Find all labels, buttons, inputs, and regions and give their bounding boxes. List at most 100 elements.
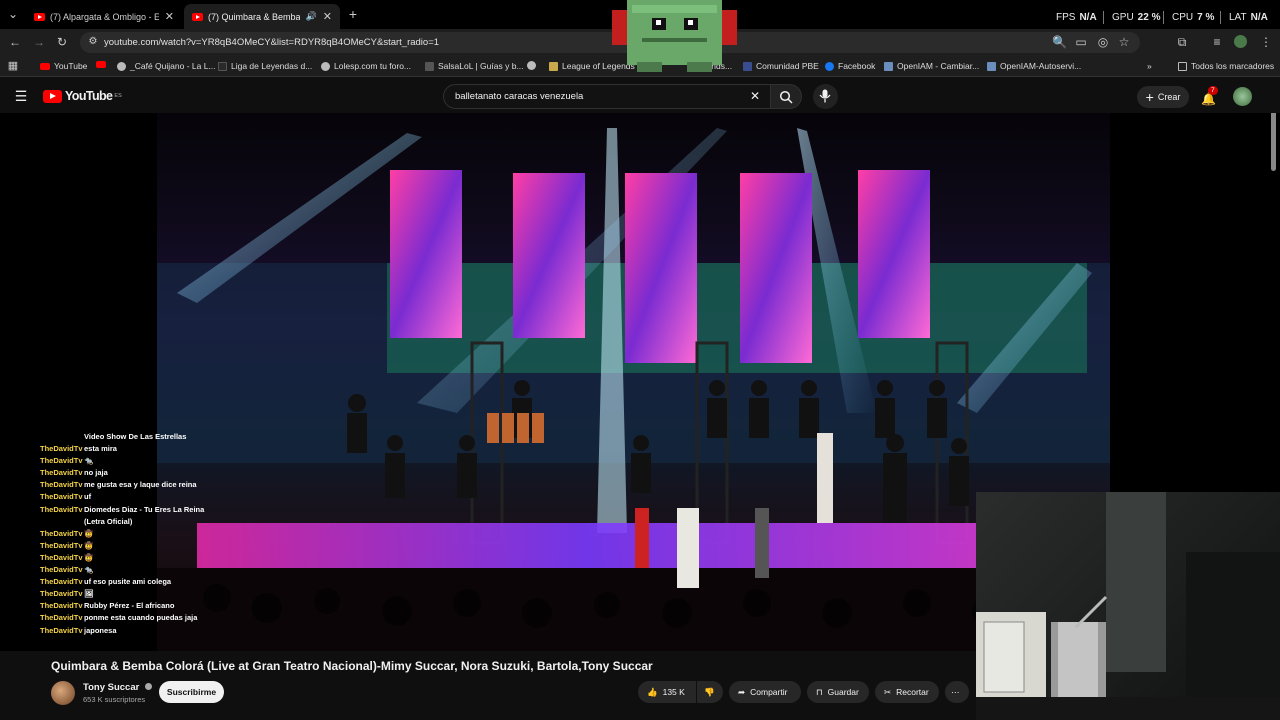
chat-text: (Letra Oficial) bbox=[84, 516, 133, 526]
youtube-logo[interactable]: YouTube ES bbox=[43, 89, 122, 103]
chat-message: TheDavidTvme gusta esa y laque dice rein… bbox=[40, 479, 270, 491]
logo-text: YouTube bbox=[65, 89, 113, 103]
tab-title: (7) Alpargata & Ombligo - El C bbox=[50, 11, 159, 22]
tab-title: (7) Quimbara & Bemba Co bbox=[208, 11, 300, 22]
chat-username: TheDavidTv bbox=[40, 625, 83, 635]
share-button[interactable]: ➦ Compartir bbox=[729, 681, 801, 703]
bookmark-facebook[interactable]: Facebook bbox=[825, 61, 875, 71]
bookmark-comunidad-pbe[interactable]: Comunidad PBE bbox=[743, 61, 819, 71]
search-button[interactable] bbox=[770, 84, 802, 109]
chat-username: TheDavidTv bbox=[40, 492, 83, 502]
chat-text: 🐀 bbox=[84, 456, 94, 466]
url-text: youtube.com/watch?v=YR8qB4OMeCY&list=RDY… bbox=[104, 37, 440, 48]
notifications-button[interactable]: 🔔 7 bbox=[1201, 86, 1218, 108]
youtube-play-icon bbox=[43, 89, 62, 103]
salsalol-icon bbox=[425, 61, 434, 71]
zoom-icon[interactable]: 🔍 bbox=[1052, 35, 1067, 49]
globe-icon bbox=[321, 61, 330, 71]
chat-text: Video Show De Las Estrellas bbox=[84, 432, 187, 441]
chat-username: TheDavidTv bbox=[40, 552, 83, 562]
chat-text: esta mira bbox=[84, 444, 117, 454]
profile-avatar[interactable] bbox=[1234, 35, 1247, 48]
eye-off-icon[interactable]: ◎ bbox=[1096, 35, 1110, 49]
chat-message: TheDavidTv🤠 bbox=[40, 552, 270, 564]
cast-icon[interactable]: ▭ bbox=[1074, 35, 1088, 49]
video-info: Quimbara & Bemba Colorá (Live at Gran Te… bbox=[0, 651, 976, 720]
openiam-icon bbox=[987, 61, 996, 71]
apps-grid-icon[interactable]: ▦ bbox=[6, 59, 20, 73]
concert-stage-image bbox=[157, 128, 1110, 651]
hamburger-menu-icon[interactable]: ☰ bbox=[14, 89, 28, 103]
chat-text: Rubby Pérez - El africano bbox=[84, 601, 175, 611]
reload-icon[interactable]: ↻ bbox=[55, 35, 69, 49]
more-bookmarks-chevron-icon[interactable]: » bbox=[1147, 61, 1152, 71]
address-bar[interactable]: ⚙ youtube.com/watch?v=YR8qB4OMeCY&list=R… bbox=[80, 32, 1140, 53]
verified-check-icon bbox=[144, 683, 152, 690]
bookmark-youtube-icon-only[interactable] bbox=[96, 61, 110, 68]
chat-text: no jaja bbox=[84, 468, 108, 478]
cpu-stat: CPU 7 % bbox=[1172, 12, 1215, 23]
chat-message: TheDavidTv🤠 bbox=[40, 528, 270, 540]
youtube-favicon-icon bbox=[192, 12, 203, 21]
divider bbox=[1163, 11, 1164, 24]
save-button[interactable]: ⊓ Guardar bbox=[807, 681, 869, 703]
search-input[interactable]: balletanato caracas venezuela ✕ bbox=[443, 84, 773, 109]
subscribe-button[interactable]: Suscribirme bbox=[159, 681, 224, 703]
more-actions-button[interactable]: ⋯ bbox=[945, 681, 969, 703]
tab-search-icon[interactable]: ⌄ bbox=[6, 7, 20, 21]
speaker-icon[interactable]: 🔊 bbox=[306, 11, 317, 22]
media-control-icon[interactable]: ≡ bbox=[1210, 35, 1224, 49]
bookmark-globe[interactable] bbox=[527, 61, 540, 70]
microphone-icon bbox=[819, 89, 831, 103]
account-avatar[interactable] bbox=[1233, 87, 1252, 106]
tab-alpargata[interactable]: (7) Alpargata & Ombligo - El C ✕ bbox=[26, 4, 182, 29]
bookmark-openiam-autoservicio[interactable]: OpenIAM-Autoservi... bbox=[987, 61, 1081, 71]
chat-text: Diomedes Diaz - Tu Eres La Reina bbox=[84, 504, 205, 514]
extensions-icon[interactable]: ⧉ bbox=[1175, 35, 1189, 49]
chat-text: 🖼 bbox=[84, 589, 94, 599]
thumbs-up-icon: 👍 bbox=[647, 686, 658, 697]
chat-username: TheDavidTv bbox=[40, 565, 83, 575]
chat-message: TheDavidTvuf bbox=[40, 491, 270, 503]
close-tab-icon[interactable]: ✕ bbox=[165, 10, 174, 23]
clip-button[interactable]: ✂ Recortar bbox=[875, 681, 939, 703]
video-frame bbox=[157, 113, 1110, 651]
create-button[interactable]: + Crear bbox=[1137, 86, 1189, 108]
chat-username: TheDavidTv bbox=[40, 589, 83, 599]
bookmark-salsalol[interactable]: SalsaLoL | Guías y b... bbox=[425, 61, 524, 71]
channel-avatar[interactable] bbox=[51, 681, 75, 705]
tab-quimbara[interactable]: (7) Quimbara & Bemba Co 🔊 ✕ bbox=[184, 4, 340, 29]
forward-icon[interactable]: → bbox=[32, 35, 46, 49]
menu-kebab-icon[interactable]: ⋮ bbox=[1259, 35, 1273, 49]
chat-text: me gusta esa y laque dice reina bbox=[84, 480, 197, 490]
facebook-icon bbox=[825, 61, 834, 71]
scissors-icon: ✂ bbox=[884, 686, 892, 697]
bookmark-liga[interactable]: Liga de Leyendas d... bbox=[218, 61, 312, 71]
dislike-button[interactable]: 👎 bbox=[697, 681, 723, 703]
clear-search-icon[interactable]: ✕ bbox=[750, 89, 760, 103]
youtube-favicon-icon bbox=[96, 61, 106, 68]
globe-icon bbox=[117, 61, 126, 71]
bookmark-icon: ⊓ bbox=[816, 686, 823, 697]
folder-icon bbox=[1178, 61, 1187, 71]
youtube-header: ☰ YouTube ES balletanato caracas venezue… bbox=[0, 80, 1280, 113]
voice-search-button[interactable] bbox=[813, 84, 838, 109]
site-info-icon[interactable]: ⚙ bbox=[86, 35, 100, 49]
channel-name[interactable]: Tony Succar bbox=[83, 682, 152, 693]
all-bookmarks[interactable]: Todos los marcadores bbox=[1178, 61, 1274, 71]
plus-icon: + bbox=[1145, 89, 1154, 105]
chat-message: TheDavidTvuf eso pusite ami colega bbox=[40, 576, 270, 588]
close-tab-icon[interactable]: ✕ bbox=[323, 10, 332, 23]
bookmark-star-icon[interactable]: ☆ bbox=[1117, 35, 1131, 49]
new-tab-icon[interactable]: + bbox=[346, 7, 360, 21]
chat-message: TheDavidTv🖼 bbox=[40, 588, 270, 600]
bookmark-lolesp[interactable]: Lolesp.com tu foro... bbox=[321, 61, 411, 71]
chat-message: TheDavidTv🐀 bbox=[40, 564, 270, 576]
page-scrollbar[interactable] bbox=[1271, 113, 1276, 171]
bookmark-cafe-quijano[interactable]: _Café Quijano - La L... bbox=[117, 61, 216, 71]
bookmark-youtube[interactable]: YouTube bbox=[40, 61, 87, 71]
divider bbox=[1103, 11, 1104, 24]
bookmark-openiam-cambiar[interactable]: OpenIAM - Cambiar... bbox=[884, 61, 979, 71]
like-button[interactable]: 👍 135 K bbox=[638, 681, 696, 703]
back-icon[interactable]: ← bbox=[8, 35, 22, 49]
